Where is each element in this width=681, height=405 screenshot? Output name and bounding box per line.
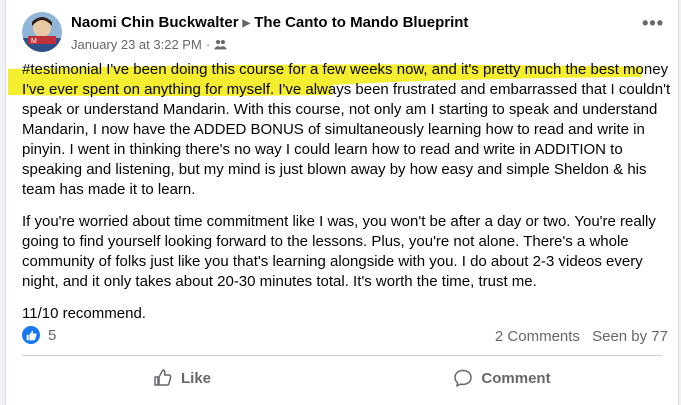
like-button[interactable]: Like — [22, 360, 342, 396]
caret-right-icon: ▶ — [242, 18, 251, 29]
action-bar: Like Comment — [22, 360, 662, 396]
timestamp[interactable]: January 23 at 3:22 PM — [71, 37, 202, 52]
thumbs-up-icon — [154, 369, 172, 386]
post-paragraph: #testimonial I've been doing this course… — [22, 61, 671, 198]
post-paragraph: If you're worried about time commitment … — [22, 213, 656, 290]
like-reaction-icon — [22, 326, 40, 344]
post-meta: January 23 at 3:22 PM · — [71, 37, 228, 52]
reactions-summary[interactable]: 5 — [22, 326, 56, 344]
svg-text:M: M — [31, 38, 37, 45]
like-label: Like — [180, 369, 211, 387]
comment-button[interactable]: Comment — [342, 360, 662, 396]
post-body: #testimonial I've been doing this course… — [22, 60, 672, 336]
divider — [22, 355, 662, 356]
group-members-icon — [214, 37, 228, 52]
group-name[interactable]: The Canto to Mando Blueprint — [254, 14, 468, 31]
reactions-count: 5 — [48, 326, 57, 344]
comment-bubble-icon — [454, 369, 473, 387]
engagement-counts: 2 Comments Seen by 77 — [487, 328, 668, 345]
seen-by-count[interactable]: Seen by 77 — [592, 328, 668, 345]
comment-label: Comment — [481, 369, 551, 387]
author-name[interactable]: Naomi Chin Buckwalter — [71, 14, 239, 31]
post-paragraph: 11/10 recommend. — [22, 305, 146, 322]
post-header: Naomi Chin Buckwalter ▶ The Canto to Mando… — [71, 14, 468, 31]
post-card: M Naomi Chin Buckwalter ▶ The Canto to Man… — [5, 0, 679, 405]
comments-count[interactable]: 2 Comments — [495, 328, 580, 345]
more-options-button[interactable]: ••• — [642, 14, 664, 32]
separator-dot: · — [205, 37, 211, 52]
avatar[interactable]: M — [22, 12, 62, 52]
